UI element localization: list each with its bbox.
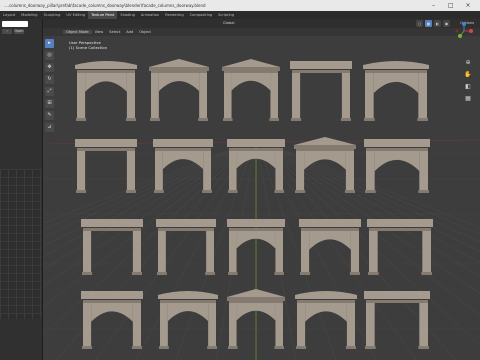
- viewport-menu-bar: Object Mode View Select Add Object: [43, 28, 480, 36]
- menu-add[interactable]: Add: [123, 30, 136, 34]
- doorway-model[interactable]: [364, 291, 430, 349]
- solid-icon[interactable]: ●: [425, 20, 432, 27]
- mode-dropdown[interactable]: Object Mode: [63, 30, 92, 34]
- wireframe-icon[interactable]: ○: [416, 20, 423, 27]
- annotate-icon[interactable]: ✎: [45, 111, 54, 120]
- 3d-viewport[interactable]: ○ ● ◐ ◉ Global Options Object Mode View …: [43, 19, 480, 360]
- tool-shelf: ▸ ◎ ✥ ↻ ⤢ ⊞ ✎ ⊿: [45, 39, 55, 135]
- doorway-model[interactable]: [153, 139, 213, 193]
- pivot-dropdown[interactable]: Global: [223, 21, 234, 25]
- window-titlebar: ....columns_doorway_pillar\prefab\facade…: [0, 0, 480, 11]
- doorway-model[interactable]: [222, 59, 280, 121]
- move-icon[interactable]: ✥: [45, 63, 54, 72]
- select-box-icon[interactable]: ▸: [45, 39, 54, 48]
- open-button[interactable]: Open: [14, 29, 24, 34]
- transform-icon[interactable]: ⊞: [45, 99, 54, 108]
- maximize-button[interactable]: □: [443, 0, 459, 11]
- pan-hand-icon[interactable]: ✋: [464, 71, 472, 79]
- viewport-header: ○ ● ◐ ◉ Global Options: [43, 19, 480, 28]
- doorway-model[interactable]: [294, 137, 356, 193]
- doorway-model[interactable]: [156, 219, 216, 275]
- collection-label: (1) Scene Collection: [69, 45, 108, 50]
- scale-icon[interactable]: ⤢: [45, 87, 54, 96]
- workspace-tab[interactable]: Compositing: [187, 11, 216, 19]
- search-input[interactable]: [2, 21, 28, 27]
- camera-icon[interactable]: ◧: [464, 83, 472, 91]
- workspace-tab[interactable]: Scripting: [215, 11, 237, 19]
- doorway-model[interactable]: [81, 291, 143, 349]
- workspace-tab[interactable]: Rendering: [162, 11, 186, 19]
- navigation-gizmo[interactable]: [454, 21, 474, 41]
- workspace-tab[interactable]: Layout: [0, 11, 18, 19]
- workspace-tab[interactable]: Sculpting: [41, 11, 64, 19]
- window-title: ....columns_doorway_pillar\prefab\facade…: [4, 3, 206, 8]
- workspace-tab[interactable]: UV Editing: [63, 11, 88, 19]
- viewport-grid: [43, 59, 480, 360]
- doorway-model[interactable]: [290, 61, 352, 121]
- doorway-model[interactable]: [363, 61, 429, 121]
- window-controls: – □ ×: [425, 0, 476, 11]
- doorway-model[interactable]: [75, 61, 137, 121]
- workspace-tab[interactable]: Animation: [138, 11, 162, 19]
- render-icon[interactable]: ◉: [443, 20, 450, 27]
- back-button[interactable]: ‹: [2, 29, 12, 34]
- zoom-icon[interactable]: ⊕: [464, 59, 472, 67]
- workspace-tab[interactable]: Shading: [117, 11, 138, 19]
- uv-grid: [0, 169, 42, 319]
- workspace-tabs: Layout Modeling Sculpting UV Editing Texture…: [0, 11, 237, 19]
- menu-object[interactable]: Object: [136, 30, 154, 34]
- rotate-icon[interactable]: ↻: [45, 75, 54, 84]
- minimize-button[interactable]: –: [425, 0, 441, 11]
- doorway-model[interactable]: [75, 139, 137, 193]
- workspace-tab[interactable]: Modeling: [18, 11, 40, 19]
- menu-view[interactable]: View: [92, 30, 107, 34]
- close-button[interactable]: ×: [460, 0, 476, 11]
- viewport-overlay-text: User Perspective (1) Scene Collection: [69, 40, 107, 50]
- material-icon[interactable]: ◐: [434, 20, 441, 27]
- workspace-bar: Layout Modeling Sculpting UV Editing Texture…: [0, 11, 480, 19]
- cursor-icon[interactable]: ◎: [45, 51, 54, 60]
- grid-icon[interactable]: ▦: [464, 95, 472, 103]
- menu-select[interactable]: Select: [106, 30, 123, 34]
- left-panel: ‹ Open: [0, 19, 43, 360]
- doorway-model[interactable]: [364, 139, 430, 193]
- doorway-model[interactable]: [149, 59, 209, 121]
- measure-icon[interactable]: ⊿: [45, 123, 54, 132]
- doorway-model[interactable]: [295, 291, 357, 349]
- doorway-model[interactable]: [158, 291, 218, 349]
- workspace-tab[interactable]: Texture Paint: [88, 11, 118, 19]
- shading-buttons: ○ ● ◐ ◉: [416, 20, 450, 27]
